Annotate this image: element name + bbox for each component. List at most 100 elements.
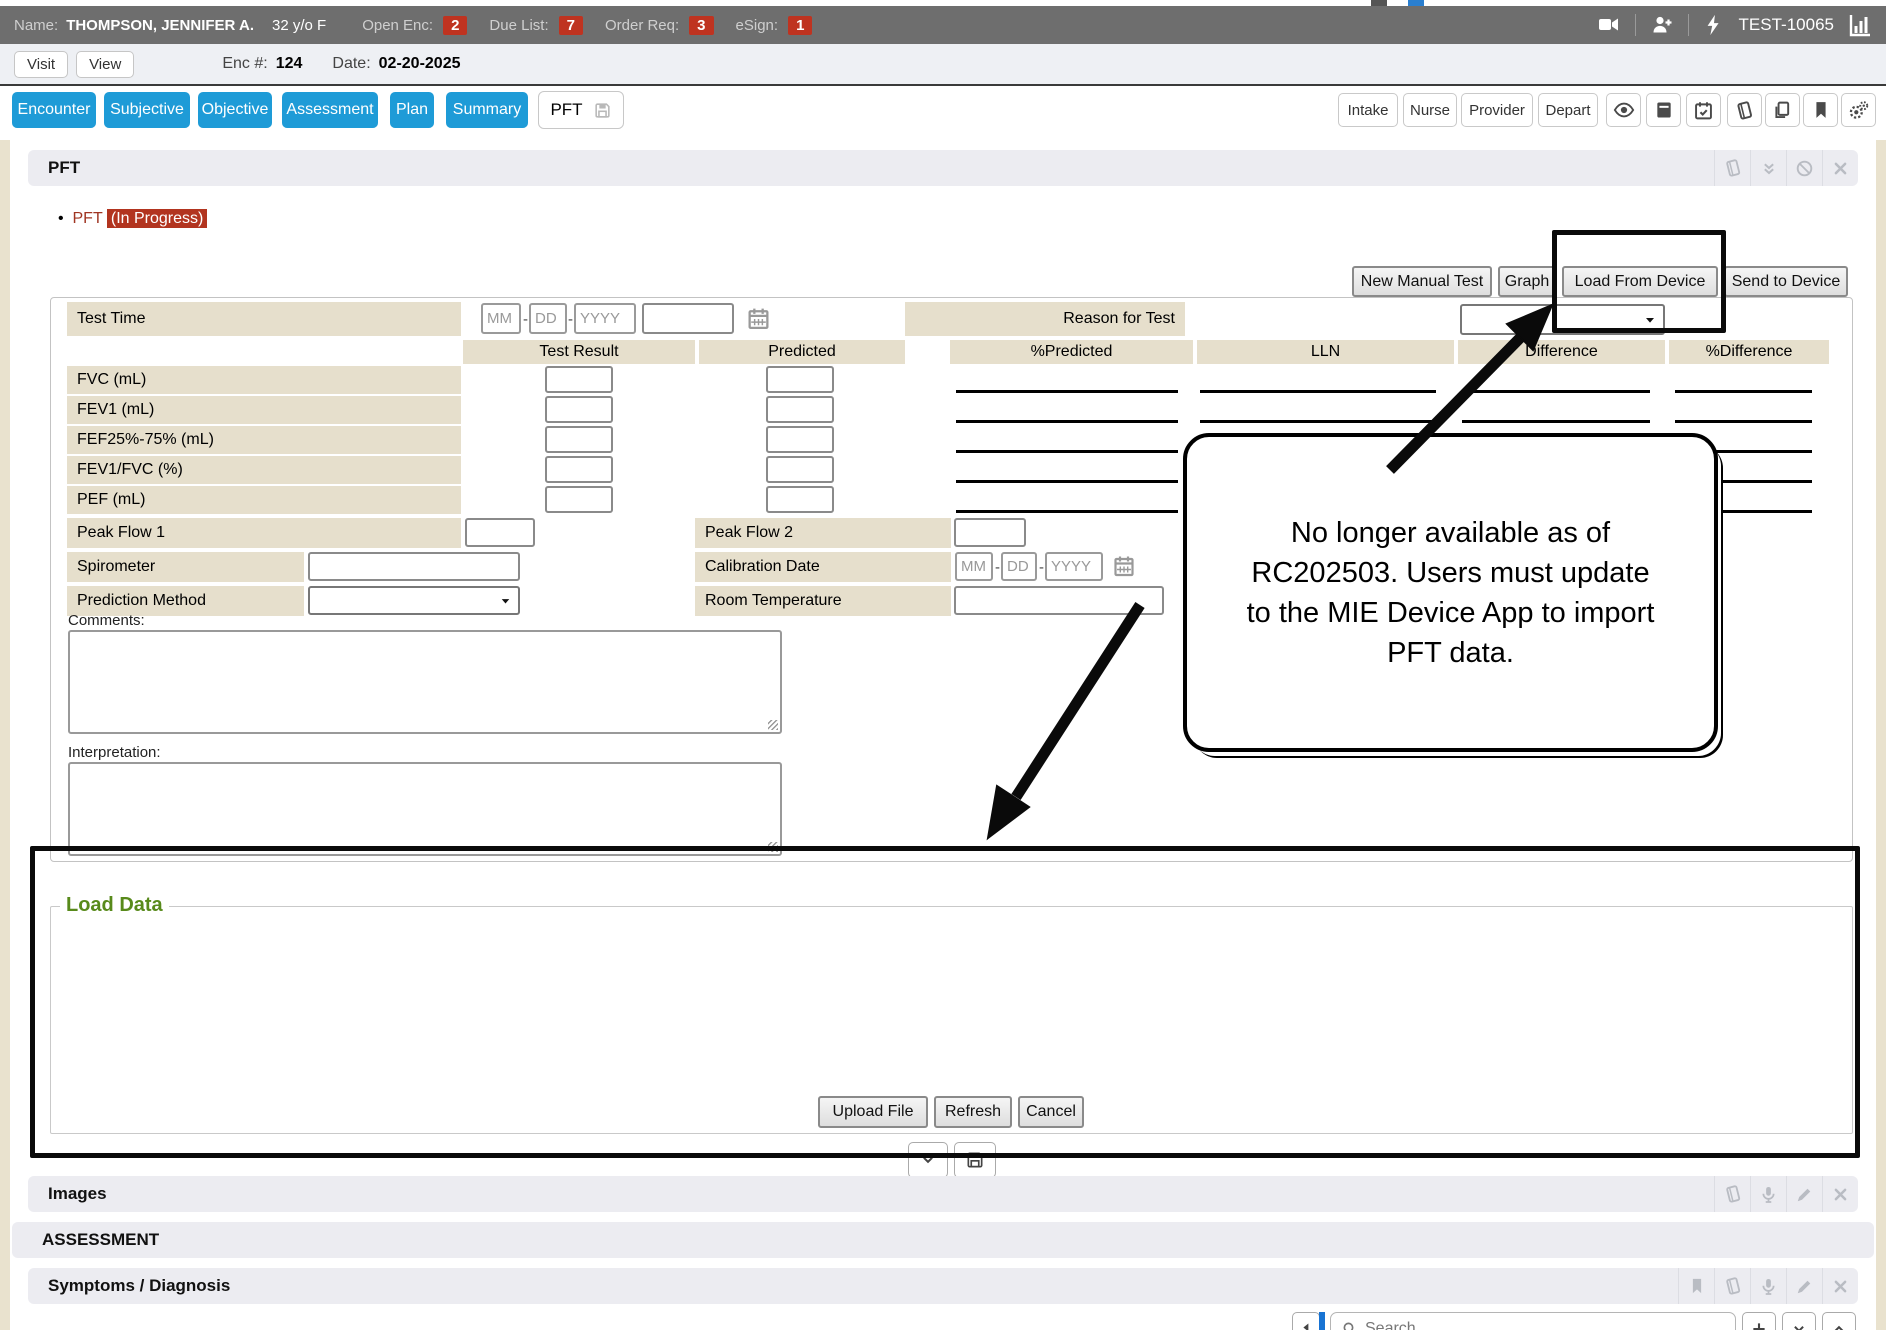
chevron-down-icon bbox=[1790, 1320, 1808, 1330]
pft-status-link[interactable]: PFT bbox=[73, 210, 103, 227]
test-time-time-input[interactable] bbox=[642, 303, 734, 334]
visit-button[interactable]: Visit bbox=[14, 51, 68, 78]
fev1-test-result-input[interactable] bbox=[545, 396, 613, 423]
stage-intake-button[interactable]: Intake bbox=[1338, 93, 1398, 127]
row-label-fev1-fvc: FEV1/FVC (%) bbox=[67, 456, 461, 484]
fvc-lln-line bbox=[1200, 390, 1436, 393]
tab-objective[interactable]: Objective bbox=[198, 92, 272, 128]
symptoms-edit-button[interactable] bbox=[1786, 1268, 1822, 1304]
fvc-predicted-input[interactable] bbox=[766, 366, 834, 393]
resize-handle[interactable] bbox=[768, 720, 778, 730]
interpretation-textarea[interactable] bbox=[68, 762, 782, 856]
add-user-icon[interactable] bbox=[1650, 13, 1674, 37]
esign-count[interactable]: 1 bbox=[788, 16, 812, 35]
calibration-dd-input[interactable] bbox=[1001, 552, 1037, 581]
scroll-left-button[interactable] bbox=[1292, 1312, 1320, 1330]
copy-documents-button[interactable] bbox=[1765, 93, 1800, 127]
chart-stats-icon[interactable] bbox=[1848, 13, 1872, 37]
prediction-method-select[interactable] bbox=[308, 586, 520, 615]
chart-book-button[interactable] bbox=[1727, 93, 1762, 127]
room-temperature-input[interactable] bbox=[954, 586, 1164, 615]
schedule-button[interactable] bbox=[1686, 93, 1721, 127]
images-edit-button[interactable] bbox=[1786, 1176, 1822, 1212]
enc-number-label: Enc #: bbox=[222, 55, 267, 73]
settings-button[interactable] bbox=[1841, 93, 1876, 127]
room-temperature-label: Room Temperature bbox=[695, 586, 951, 616]
symptoms-bookmark-button[interactable] bbox=[1678, 1268, 1714, 1304]
collapse-section-button[interactable] bbox=[908, 1142, 948, 1178]
test-time-dd-input[interactable] bbox=[529, 303, 567, 334]
comments-textarea[interactable] bbox=[68, 630, 782, 734]
stage-nurse-button[interactable]: Nurse bbox=[1403, 93, 1457, 127]
fvc-test-result-input[interactable] bbox=[545, 366, 613, 393]
fev1-fvc-predicted-input[interactable] bbox=[766, 456, 834, 483]
pef-predicted-input[interactable] bbox=[766, 486, 834, 513]
section-collapse-button[interactable] bbox=[1750, 150, 1786, 186]
section-close-button[interactable] bbox=[1822, 150, 1858, 186]
calendar-picker-icon[interactable] bbox=[1112, 554, 1136, 578]
tab-encounter[interactable]: Encounter bbox=[12, 92, 96, 128]
tab-assessment[interactable]: Assessment bbox=[282, 92, 378, 128]
load-data-legend: Load Data bbox=[60, 894, 169, 917]
spirometer-input[interactable] bbox=[308, 552, 520, 581]
fvc-pct-predicted-line bbox=[956, 390, 1178, 393]
open-enc-count[interactable]: 2 bbox=[443, 16, 467, 35]
new-manual-test-button[interactable]: New Manual Test bbox=[1352, 266, 1492, 297]
page-edge-right bbox=[1876, 140, 1886, 1330]
send-to-device-button[interactable]: Send to Device bbox=[1724, 266, 1848, 297]
test-time-yyyy-input[interactable] bbox=[574, 303, 636, 334]
quick-actions-bolt-icon[interactable] bbox=[1703, 14, 1725, 36]
symptoms-close-button[interactable] bbox=[1822, 1268, 1858, 1304]
order-req-count[interactable]: 3 bbox=[689, 16, 713, 35]
stage-depart-button[interactable]: Depart bbox=[1538, 93, 1598, 127]
calibration-yyyy-input[interactable] bbox=[1045, 552, 1103, 581]
archive-button[interactable] bbox=[1646, 93, 1681, 127]
images-chart-button[interactable] bbox=[1714, 1176, 1750, 1212]
symptoms-dictate-button[interactable] bbox=[1750, 1268, 1786, 1304]
graph-button[interactable]: Graph bbox=[1498, 266, 1556, 297]
images-dictate-button[interactable] bbox=[1750, 1176, 1786, 1212]
move-down-button[interactable] bbox=[1782, 1312, 1816, 1330]
calibration-mm-input[interactable] bbox=[955, 552, 993, 581]
peak-flow-1-label: Peak Flow 1 bbox=[67, 518, 461, 548]
symptoms-chart-button[interactable] bbox=[1714, 1268, 1750, 1304]
resize-handle[interactable] bbox=[768, 842, 778, 852]
cancel-button[interactable]: Cancel bbox=[1018, 1096, 1084, 1128]
reason-for-test-select[interactable] bbox=[1460, 304, 1665, 335]
visibility-eye-button[interactable] bbox=[1606, 93, 1641, 127]
peak-flow-2-input[interactable] bbox=[954, 518, 1026, 547]
move-up-button[interactable] bbox=[1822, 1312, 1856, 1330]
tab-summary[interactable]: Summary bbox=[446, 92, 528, 128]
section-chart-button[interactable] bbox=[1714, 150, 1750, 186]
search-input[interactable] bbox=[1365, 1320, 1725, 1330]
refresh-button[interactable]: Refresh bbox=[934, 1096, 1012, 1128]
stage-provider-button[interactable]: Provider bbox=[1461, 93, 1533, 127]
view-button[interactable]: View bbox=[76, 51, 134, 78]
due-list-count[interactable]: 7 bbox=[559, 16, 583, 35]
peak-flow-1-input[interactable] bbox=[465, 518, 535, 547]
tab-plan[interactable]: Plan bbox=[390, 92, 434, 128]
tab-pft-active[interactable]: PFT bbox=[538, 91, 624, 129]
images-close-button[interactable] bbox=[1822, 1176, 1858, 1212]
fef-test-result-input[interactable] bbox=[545, 426, 613, 453]
section-disable-button[interactable] bbox=[1786, 150, 1822, 186]
row-label-fvc: FVC (mL) bbox=[67, 366, 461, 394]
fev1-predicted-input[interactable] bbox=[766, 396, 834, 423]
test-time-mm-input[interactable] bbox=[481, 303, 521, 334]
add-diagnosis-button[interactable] bbox=[1742, 1312, 1776, 1330]
upload-file-button[interactable]: Upload File bbox=[818, 1096, 928, 1128]
calendar-picker-icon[interactable] bbox=[746, 306, 771, 331]
load-from-device-button[interactable]: Load From Device bbox=[1562, 266, 1718, 297]
page-edge-left bbox=[0, 140, 10, 1330]
video-call-icon[interactable] bbox=[1597, 13, 1621, 37]
row-label-fef: FEF25%-75% (mL) bbox=[67, 426, 461, 454]
bookmark-button[interactable] bbox=[1803, 93, 1838, 127]
tab-subjective[interactable]: Subjective bbox=[104, 92, 190, 128]
save-section-button[interactable] bbox=[954, 1142, 996, 1178]
pef-test-result-input[interactable] bbox=[545, 486, 613, 513]
fef-predicted-input[interactable] bbox=[766, 426, 834, 453]
symptoms-diagnosis-section-header: Symptoms / Diagnosis bbox=[28, 1268, 1858, 1304]
fev1-fvc-test-result-input[interactable] bbox=[545, 456, 613, 483]
col-header-difference: Difference bbox=[1458, 340, 1665, 364]
accent-bar bbox=[1319, 1312, 1325, 1330]
